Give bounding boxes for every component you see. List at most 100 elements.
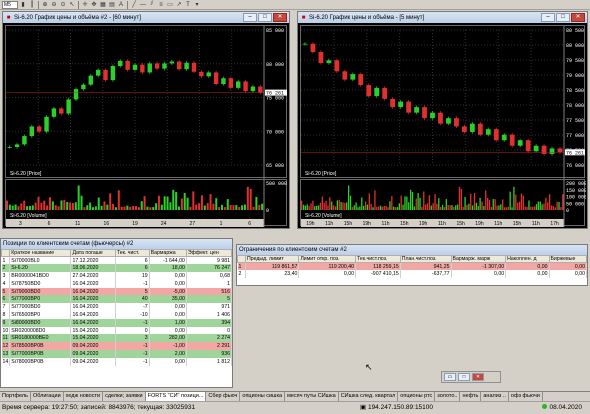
maximize-button[interactable]: □	[458, 373, 470, 381]
workspace-tab[interactable]: хедж новости	[63, 392, 104, 401]
column-header[interactable]: Лимит откр. поз.	[298, 255, 357, 263]
table-row[interactable]: 10 SR0200008D0 15.04.2020 0 0,00 0	[1, 326, 233, 335]
pan-icon[interactable]: ✥	[90, 1, 98, 9]
candle-body	[446, 118, 451, 124]
workspace-tab[interactable]: Портфель	[0, 392, 31, 401]
volume-bar	[424, 204, 427, 210]
table-cell: 0,00	[149, 272, 187, 280]
fibo-tool-icon[interactable]: ≡	[157, 1, 165, 9]
workspace-tab[interactable]: Облигации	[30, 392, 64, 401]
table-row[interactable]: 1 119 861,57 119 200,40 118 259,15 941,25 -1 …	[237, 262, 587, 271]
workspace-tab[interactable]: офз фьючи	[508, 392, 543, 401]
close-button[interactable]: ✕	[472, 373, 484, 381]
table-row[interactable]: 3 BR0000041BD0 27.04.2020 19 0,00 0,68	[1, 272, 233, 280]
arrow-tool-icon[interactable]: ↗	[175, 1, 183, 9]
chart2-price-pane[interactable]: 80 500 80 000 79 500 79 000 78 500 78 000 77 5…	[300, 25, 585, 179]
chart2-volume-pane[interactable]: 200 000 150 000 100 000 50 000 0 Si-6.20 [Vol…	[300, 179, 586, 227]
fit-icon[interactable]: ▦	[99, 1, 107, 9]
table-row[interactable]: 8 Si76500BP0 16.04.2020 -10 0,00 1 406	[1, 311, 233, 319]
table-cell: Si79000BD0	[9, 287, 72, 296]
table-cell: 0,00	[149, 311, 187, 319]
table-row[interactable]: 12 Si78500BP0B 09.04.2020 -1 -1,00 2 291	[1, 342, 233, 351]
minimized-window[interactable]: ▭ □ ✕	[441, 371, 501, 383]
table-cell: 2	[237, 270, 246, 279]
candle-body	[318, 52, 324, 64]
workspace-tab[interactable]: золото..	[435, 392, 461, 401]
close-button[interactable]: ✕	[571, 13, 585, 22]
timeframe-combo[interactable]: M5	[2, 0, 18, 9]
table-row[interactable]: 11 SR0180000BE0 15.04.2020 3 282,00 2 274	[1, 334, 233, 343]
workspace-tab[interactable]: месяч путы СИшка	[285, 392, 339, 401]
column-header[interactable]: Предыд. лимит	[244, 255, 300, 263]
channel-tool-icon[interactable]: ⫽	[148, 1, 156, 9]
volume-bar	[464, 196, 466, 210]
table-row[interactable]: 5 Si79000BD0 16.04.2020 5 -5,00 516	[1, 287, 233, 296]
column-header[interactable]: Тек.чист.поз.	[355, 255, 401, 263]
minimize-button[interactable]: –	[541, 13, 555, 22]
volume-bar	[83, 207, 86, 210]
volume-bar	[301, 200, 303, 210]
close-button[interactable]: ✕	[273, 13, 287, 22]
maximize-button[interactable]: □	[556, 13, 570, 22]
workspace-tab[interactable]: СИшка след. квартал	[338, 392, 399, 401]
table-row[interactable]: 2 23,40 0,00 -907 410,15 -637,77 0,00 0,00 0,00	[237, 270, 587, 279]
cursor-icon[interactable]: ↖	[68, 1, 76, 9]
candle-body	[501, 134, 507, 141]
table-row[interactable]: 7 Si77000BD0 16.04.2020 -7 0,00 971	[1, 303, 233, 312]
workspace-tab[interactable]: анализ ..	[481, 392, 509, 401]
zoom-out-icon[interactable]: ⊖	[50, 1, 58, 9]
table-cell: Si76500BP0	[9, 311, 72, 319]
chart1-volume-pane[interactable]: 500 000 0 Si-6.20 [Volume] 3 6 11 16 19 24 27 1 6	[5, 179, 287, 227]
workspace-tab[interactable]: опционы сишка	[240, 392, 286, 401]
column-header[interactable]: Дата погаше	[70, 249, 116, 257]
status-date-text: 08.04.2020	[549, 404, 582, 411]
table-row[interactable]: 4 Si78750BD0 16.04.2020 -1 0,00 1	[1, 279, 233, 288]
line-tool-icon[interactable]: ╱	[130, 1, 138, 9]
column-header[interactable]: Краткое название	[9, 249, 72, 257]
column-header[interactable]: Вармаржа	[148, 249, 187, 257]
volume-bar	[383, 205, 385, 210]
cross-icon[interactable]: ✛	[81, 1, 89, 9]
chart2-titlebar[interactable]: ■ Si-6.20 График цены и объёма - [5 мину…	[298, 12, 587, 23]
restore-button[interactable]: ▭	[444, 373, 456, 381]
zoom-icon[interactable]: ⊙	[59, 1, 67, 9]
rect-tool-icon[interactable]: ▭	[166, 1, 174, 9]
volume-bar	[488, 199, 491, 210]
label-tool-icon[interactable]: T	[184, 1, 192, 9]
column-header[interactable]: Тек. чист.	[114, 249, 150, 257]
column-header[interactable]: Биржевые	[548, 255, 587, 263]
column-header[interactable]: Эффект. цен	[185, 249, 233, 257]
zoom-in-icon[interactable]: ⊕	[41, 1, 49, 9]
workspace-tab[interactable]: опционы ртс	[398, 392, 436, 401]
table-row[interactable]: 1 Si70000BL0 17.12.2020 6 -1 644,00 9 981	[1, 256, 233, 265]
chart1-price-pane[interactable]: 85 000 80 000 75 000 70 000 65 000 76 261 Si-6…	[5, 25, 287, 179]
workspace-tab[interactable]: сделки; заявки	[103, 392, 146, 401]
column-header[interactable]: План.чист.поз.	[399, 255, 452, 263]
candles-icon[interactable]: ▮	[19, 1, 27, 9]
maximize-button[interactable]: □	[258, 13, 272, 22]
chart1-titlebar[interactable]: ■ Si-6.20 График цены и объёма #2 - [60 …	[3, 12, 289, 23]
positions-titlebar[interactable]: Позиции по клиентским счетам (фьючерсы) …	[1, 239, 232, 249]
minimize-button[interactable]: –	[243, 13, 257, 22]
bar-icon[interactable]: ┃	[28, 1, 36, 9]
workspace-tab[interactable]: Сбер фьюч	[206, 392, 241, 401]
grid-icon[interactable]: ▤	[108, 1, 116, 9]
column-header[interactable]: Вармарж. марж	[450, 255, 507, 263]
volume-bar	[43, 200, 46, 210]
server-time-status: Время сервера: 19:27:50; записей: 884397…	[2, 404, 196, 411]
workspace-tab[interactable]: FORTS "СИ" позици...	[145, 392, 207, 401]
table-row[interactable]: 9 Si80000BD0 16.04.2020 -1 1,00 394	[1, 318, 233, 327]
table-row[interactable]: 6 Si77000BP0 16.04.2020 40 35,00 5	[1, 295, 233, 304]
text-icon[interactable]: A	[117, 1, 125, 9]
volume-bar	[490, 206, 493, 210]
hline-tool-icon[interactable]: —	[139, 1, 147, 9]
limits-titlebar[interactable]: Ограничения по клиентским счетам #2	[237, 245, 587, 255]
chevron-down-icon[interactable]: ▾	[193, 1, 201, 9]
table-row[interactable]: 14 Si78000BP0B 09.04.2020 -1 0,00 1 812	[1, 357, 233, 366]
column-header[interactable]: Накоплен. д	[505, 255, 550, 263]
workspace-tab[interactable]: нефть	[460, 392, 482, 401]
table-row[interactable]: 2 Si-6.20 18.06.2020 6 18,00 76 247	[1, 264, 233, 273]
volume-bar	[218, 206, 221, 210]
volume-bar	[347, 185, 350, 210]
table-row[interactable]: 13 Si77000BP0B 09.04.2020 -1 2,00 936	[1, 350, 233, 358]
